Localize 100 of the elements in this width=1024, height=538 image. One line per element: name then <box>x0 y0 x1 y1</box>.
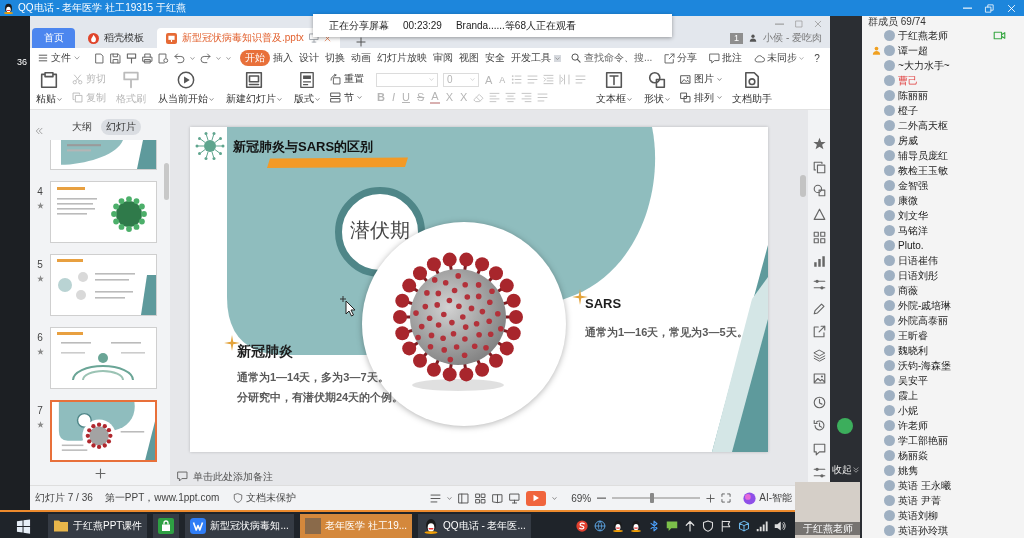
print-icon[interactable] <box>142 52 153 64</box>
member-name[interactable]: 辅导员庞红 <box>898 148 948 163</box>
reading-view-icon[interactable] <box>492 492 504 504</box>
copy-icon[interactable] <box>812 160 826 174</box>
new-tab-icon[interactable] <box>355 37 366 47</box>
ai-assistant-button[interactable]: AI-智能 <box>743 491 792 505</box>
panel-tab[interactable]: 大纲 <box>67 119 97 135</box>
shield-icon[interactable] <box>702 520 714 532</box>
bluetooth-icon[interactable] <box>648 520 660 532</box>
sliders-icon[interactable] <box>812 278 826 291</box>
member-name[interactable]: 姚隽 <box>898 463 918 478</box>
slide-thumbnail[interactable] <box>50 254 157 316</box>
zoom-level[interactable]: 69% <box>571 492 592 504</box>
layers-icon[interactable] <box>812 348 826 362</box>
normal-view-icon[interactable] <box>458 492 470 504</box>
chat-bubble-icon[interactable] <box>666 520 678 532</box>
slideshow-button[interactable] <box>526 490 547 506</box>
tab[interactable]: 首页 <box>32 28 75 48</box>
slide-sorter-icon[interactable] <box>475 492 487 504</box>
ribbon-tab[interactable]: 审阅 <box>430 50 456 66</box>
file-menu[interactable]: 文件 <box>36 51 82 65</box>
sliders-icon[interactable] <box>812 466 826 479</box>
zoom-slider-thumb[interactable] <box>649 493 654 503</box>
paste-button[interactable]: 粘贴 <box>34 68 64 109</box>
member-name[interactable]: 商薇 <box>898 283 918 298</box>
comment-icon[interactable] <box>812 442 826 456</box>
panel-tab[interactable]: 幻灯片 <box>101 119 141 135</box>
play-from-current-button[interactable]: 从当前开始 <box>156 68 216 109</box>
video-call-icon[interactable] <box>993 29 1006 42</box>
collapse-button[interactable]: 收起 <box>831 464 859 476</box>
member-name[interactable]: 英语孙玲琪 <box>898 523 948 538</box>
star-icon[interactable] <box>812 137 826 150</box>
undo-icon[interactable] <box>174 52 185 64</box>
sync-button[interactable]: 未同步 <box>754 51 805 65</box>
member-name[interactable]: 于红燕老师 <box>898 28 948 43</box>
caret-icon[interactable] <box>447 495 453 501</box>
restore-icon[interactable] <box>985 3 994 13</box>
pencil-icon[interactable] <box>812 301 826 315</box>
member-name[interactable]: 外院高泰丽 <box>898 313 948 328</box>
member-name[interactable]: 日语刘彤 <box>898 268 938 283</box>
taskbar-item[interactable]: QQ电话 - 老年医... <box>418 514 531 538</box>
member-name[interactable]: 杨丽焱 <box>898 448 928 463</box>
ribbon-tab[interactable]: 安全 <box>482 50 508 66</box>
triangle-icon[interactable] <box>812 207 826 221</box>
floating-ball-icon[interactable] <box>837 418 853 434</box>
member-name[interactable]: 谭一超 <box>898 43 928 58</box>
ribbon-tab[interactable]: 切换 <box>322 50 348 66</box>
speaker-icon[interactable] <box>774 520 786 532</box>
slide-thumbnail[interactable] <box>50 140 157 170</box>
member-name[interactable]: 魏晓利 <box>898 343 928 358</box>
member-name[interactable]: 英语 尹菁 <box>898 493 941 508</box>
print-preview-icon[interactable] <box>158 52 169 64</box>
new-document-icon[interactable] <box>94 52 105 64</box>
user-name[interactable]: 小侯 - 爱吃肉 <box>763 31 822 45</box>
ribbon-tab[interactable]: 开发工具 <box>508 50 554 66</box>
save-icon[interactable] <box>110 52 121 64</box>
shapes-icon[interactable] <box>812 184 826 197</box>
notes-field[interactable]: 单击此处添加备注 <box>170 468 273 485</box>
section-button[interactable]: 节 <box>330 90 364 105</box>
presenter-view-icon[interactable] <box>509 492 521 504</box>
member-name[interactable]: 外院-戚培琳 <box>898 298 952 313</box>
tab[interactable]: 稻壳模板 <box>79 28 153 48</box>
paint-roller-icon[interactable] <box>126 52 137 64</box>
slide-thumbnail[interactable] <box>50 181 157 243</box>
member-name[interactable]: 英语刘柳 <box>898 508 938 523</box>
swirl-logo-icon[interactable] <box>576 520 588 532</box>
member-name[interactable]: 康微 <box>898 193 918 208</box>
member-name[interactable]: 橙子 <box>898 103 918 118</box>
ribbon-tab[interactable]: 设计 <box>296 50 322 66</box>
dropdown-icon[interactable] <box>554 54 561 62</box>
ribbon-tab[interactable]: 插入 <box>270 50 296 66</box>
member-name[interactable]: 小妮 <box>898 403 918 418</box>
ribbon-tab[interactable]: 动画 <box>348 50 374 66</box>
document-assistant-button[interactable]: 文档助手 <box>730 68 775 109</box>
share-button[interactable]: 分享 <box>664 51 698 65</box>
shape-button[interactable]: 形状 <box>642 68 673 109</box>
member-name[interactable]: 金智强 <box>898 178 928 193</box>
caret-icon[interactable] <box>190 55 195 61</box>
member-name[interactable]: Pluto. <box>898 240 924 251</box>
add-slide-icon[interactable] <box>94 468 106 479</box>
notes-toggle-icon[interactable] <box>430 492 442 504</box>
penguin-icon[interactable] <box>630 520 642 532</box>
help-button[interactable]: ? <box>814 52 820 64</box>
clock-icon[interactable] <box>812 395 826 409</box>
fit-window-icon[interactable] <box>721 493 732 503</box>
zoom-out-icon[interactable] <box>597 496 607 500</box>
member-name[interactable]: 陈丽丽 <box>898 88 928 103</box>
new-slide-button[interactable]: 新建幻灯片 <box>224 68 284 109</box>
member-name[interactable]: 日语崔伟 <box>898 253 938 268</box>
arrange-button[interactable]: 排列 <box>680 90 723 105</box>
arrow-icon[interactable] <box>684 520 696 532</box>
flag-icon[interactable] <box>720 520 732 532</box>
member-name[interactable]: 教检王玉敏 <box>898 163 948 178</box>
reset-button[interactable]: 重置 <box>330 72 364 87</box>
ribbon-tab[interactable]: 幻灯片放映 <box>374 50 430 66</box>
ribbon-tab[interactable]: 视图 <box>456 50 482 66</box>
zoom-in-icon[interactable] <box>706 493 716 503</box>
export-icon[interactable] <box>812 325 826 338</box>
member-name[interactable]: 英语 王永曦 <box>898 478 951 493</box>
picture-icon[interactable] <box>812 372 826 385</box>
